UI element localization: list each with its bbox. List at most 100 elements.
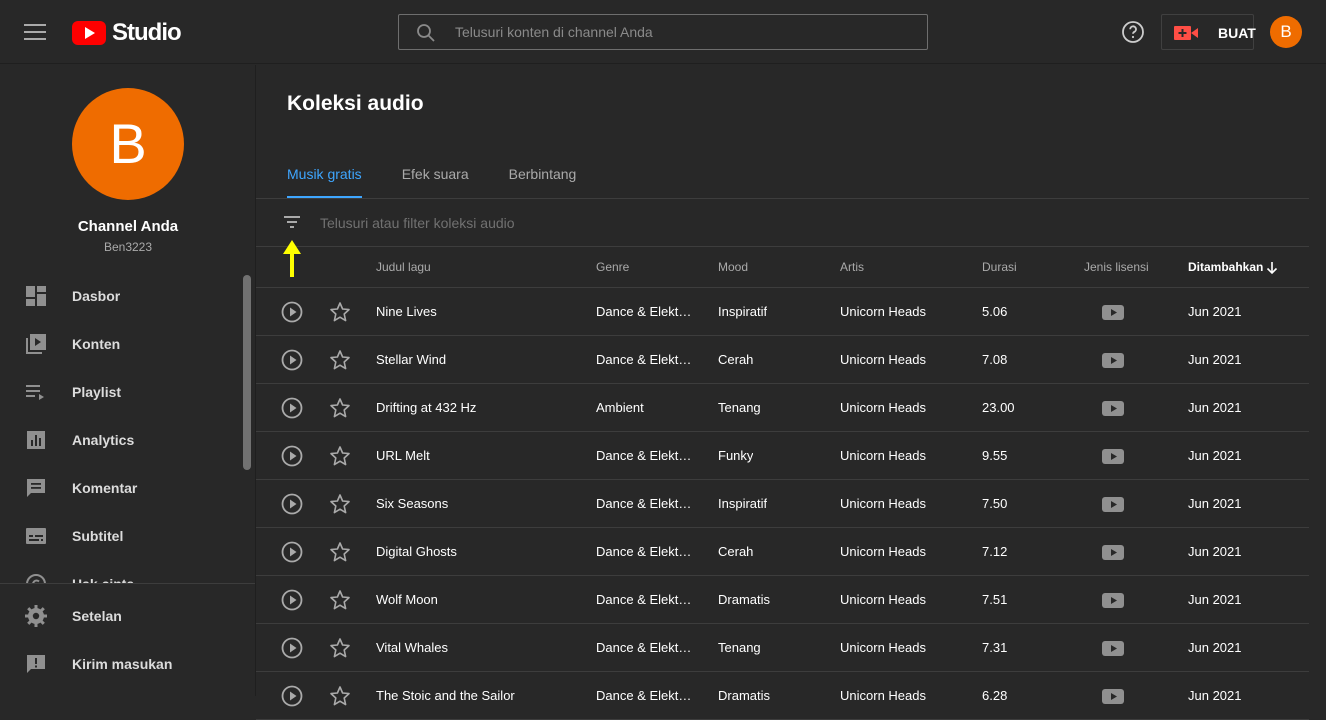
star-icon[interactable] (329, 493, 351, 515)
table-row[interactable]: Digital Ghosts Dance & Elekt… Cerah Unic… (256, 528, 1309, 576)
track-duration: 7.12 (982, 544, 1008, 559)
track-title: Digital Ghosts (376, 544, 457, 559)
track-genre: Dance & Elekt… (596, 352, 692, 367)
track-genre: Dance & Elekt… (596, 496, 692, 511)
help-icon[interactable] (1121, 20, 1145, 44)
filter-input[interactable] (320, 212, 820, 234)
sidebar-item-setelan[interactable]: Setelan (0, 592, 255, 640)
track-title: Stellar Wind (376, 352, 447, 367)
logo-text: Studio (112, 19, 182, 46)
comments-icon (27, 479, 45, 497)
sidebar-item-label: Playlist (72, 384, 122, 400)
sidebar-scrollbar[interactable] (243, 275, 251, 470)
play-icon[interactable] (281, 589, 303, 611)
table-header: Judul lagu Genre Mood Artis Durasi Jenis… (256, 248, 1309, 288)
play-icon[interactable] (281, 397, 303, 419)
top-app-bar: Studio BUAT B (0, 0, 1326, 64)
table-row[interactable]: Six Seasons Dance & Elekt… Inspiratif Un… (256, 480, 1309, 528)
sidebar-item-kirim-masukan[interactable]: Kirim masukan (0, 640, 255, 688)
table-row[interactable]: Nine Lives Dance & Elekt… Inspiratif Uni… (256, 288, 1309, 336)
create-button[interactable]: BUAT (1161, 14, 1256, 50)
track-title: Drifting at 432 Hz (376, 400, 477, 415)
search-box[interactable] (398, 14, 928, 50)
table-row[interactable]: Vital Whales Dance & Elekt… Tenang Unico… (256, 624, 1309, 672)
star-icon[interactable] (329, 301, 351, 323)
star-icon[interactable] (329, 637, 351, 659)
playlist-icon (26, 385, 44, 400)
filter-icon[interactable] (282, 212, 302, 232)
track-mood: Cerah (718, 352, 754, 367)
track-added: Jun 2021 (1188, 640, 1242, 655)
track-duration: 5.06 (982, 304, 1008, 319)
video-camera-icon (1174, 26, 1198, 40)
sidebar-item-komentar[interactable]: Komentar (0, 464, 240, 512)
search-input[interactable] (455, 21, 905, 43)
column-header-added[interactable]: Ditambahkan (1188, 260, 1263, 274)
sidebar: B Channel Anda Ben3223 Dasbor Konten Pla… (0, 65, 256, 696)
table-row[interactable]: URL Melt Dance & Elekt… Funky Unicorn He… (256, 432, 1309, 480)
track-genre: Dance & Elekt… (596, 304, 692, 319)
sidebar-item-dasbor[interactable]: Dasbor (0, 272, 240, 320)
star-icon[interactable] (329, 397, 351, 419)
play-icon[interactable] (281, 301, 303, 323)
column-header-mood[interactable]: Mood (718, 260, 748, 274)
track-genre: Dance & Elekt… (596, 592, 692, 607)
track-mood: Inspiratif (718, 496, 768, 511)
track-genre: Dance & Elekt… (596, 544, 692, 559)
sort-arrow-down-icon[interactable] (1266, 261, 1278, 275)
play-icon[interactable] (281, 637, 303, 659)
track-list: Nine Lives Dance & Elekt… Inspiratif Uni… (256, 288, 1309, 720)
track-mood: Tenang (718, 400, 761, 415)
track-duration: 7.51 (982, 592, 1008, 607)
column-header-license[interactable]: Jenis lisensi (1084, 260, 1149, 274)
track-added: Jun 2021 (1188, 400, 1242, 415)
youtube-license-icon (1102, 305, 1124, 320)
table-row[interactable]: Drifting at 432 Hz Ambient Tenang Unicor… (256, 384, 1309, 432)
star-icon[interactable] (329, 541, 351, 563)
youtube-license-icon (1102, 449, 1124, 464)
tab-musik-gratis[interactable]: Musik gratis (287, 160, 362, 198)
column-header-genre[interactable]: Genre (596, 260, 629, 274)
sidebar-item-konten[interactable]: Konten (0, 320, 240, 368)
star-icon[interactable] (329, 445, 351, 467)
track-artist: Unicorn Heads (840, 400, 926, 415)
menu-icon[interactable] (24, 24, 46, 40)
sidebar-item-hak-cipta[interactable]: Hak cipta (0, 560, 240, 584)
sidebar-item-label: Analytics (72, 432, 135, 448)
feedback-icon (27, 655, 45, 673)
play-icon[interactable] (281, 493, 303, 515)
channel-avatar[interactable]: B (72, 88, 184, 200)
star-icon[interactable] (329, 349, 351, 371)
dashboard-icon (26, 286, 46, 306)
table-row[interactable]: The Stoic and the Sailor Dance & Elekt… … (256, 672, 1309, 720)
column-header-duration[interactable]: Durasi (982, 260, 1017, 274)
main-content: Koleksi audio Musik gratis Efek suara Be… (256, 65, 1326, 720)
track-artist: Unicorn Heads (840, 640, 926, 655)
track-genre: Ambient (596, 400, 644, 415)
play-icon[interactable] (281, 685, 303, 707)
sidebar-item-analytics[interactable]: Analytics (0, 416, 240, 464)
track-title: Six Seasons (376, 496, 449, 511)
sidebar-item-label: Dasbor (72, 288, 121, 304)
track-title: Wolf Moon (376, 592, 438, 607)
play-icon[interactable] (281, 541, 303, 563)
youtube-license-icon (1102, 497, 1124, 512)
star-icon[interactable] (329, 685, 351, 707)
tab-berbintang[interactable]: Berbintang (509, 160, 577, 198)
table-row[interactable]: Stellar Wind Dance & Elekt… Cerah Unicor… (256, 336, 1309, 384)
tab-efek-suara[interactable]: Efek suara (402, 160, 469, 198)
sidebar-item-subtitel[interactable]: Subtitel (0, 512, 240, 560)
track-added: Jun 2021 (1188, 352, 1242, 367)
play-icon[interactable] (281, 445, 303, 467)
sidebar-item-playlist[interactable]: Playlist (0, 368, 240, 416)
page-title: Koleksi audio (287, 92, 424, 115)
column-header-artist[interactable]: Artis (840, 260, 864, 274)
youtube-studio-logo[interactable]: Studio (72, 19, 182, 46)
table-row[interactable]: Wolf Moon Dance & Elekt… Dramatis Unicor… (256, 576, 1309, 624)
play-icon[interactable] (281, 349, 303, 371)
track-added: Jun 2021 (1188, 592, 1242, 607)
star-icon[interactable] (329, 589, 351, 611)
column-header-title[interactable]: Judul lagu (376, 260, 431, 274)
track-duration: 9.55 (982, 448, 1008, 463)
account-avatar[interactable]: B (1270, 16, 1302, 48)
